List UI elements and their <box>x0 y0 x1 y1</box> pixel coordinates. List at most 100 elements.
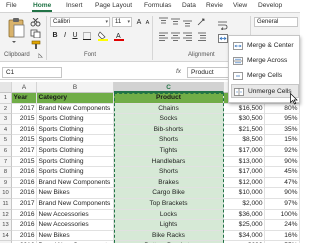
tab-insert[interactable]: Insert <box>66 2 83 9</box>
table-cell[interactable]: Bike Racks <box>114 230 224 242</box>
font-size-combo[interactable]: 11 ▾ <box>112 17 132 27</box>
table-header-cell[interactable]: Product <box>114 93 224 104</box>
row-header[interactable]: 14 <box>0 230 12 242</box>
borders-icon[interactable] <box>83 32 94 40</box>
fx-icon[interactable]: fx <box>176 68 181 75</box>
row-header[interactable]: 11 <box>0 199 12 210</box>
row-header[interactable]: 10 <box>0 188 12 199</box>
table-cell[interactable]: Socks <box>114 114 224 125</box>
table-cell[interactable]: 95% <box>265 114 300 125</box>
table-cell[interactable]: $25,000 <box>224 220 265 231</box>
table-cell[interactable]: Cargo Bike <box>114 188 224 199</box>
table-cell[interactable]: 2015 <box>12 135 37 146</box>
table-cell[interactable]: $8,500 <box>224 135 265 146</box>
table-cell[interactable]: $36,000 <box>224 209 265 221</box>
table-cell[interactable]: $10,000 <box>224 188 265 199</box>
table-cell[interactable]: 90% <box>265 156 300 168</box>
tab-page-layout[interactable]: Page Layout <box>95 2 132 9</box>
table-cell[interactable]: Brakes <box>114 177 224 189</box>
table-cell[interactable]: 2016 <box>12 220 37 231</box>
tab-developer[interactable]: Develop <box>258 2 282 9</box>
table-cell[interactable]: 2016 <box>12 177 37 189</box>
table-cell[interactable]: $30,500 <box>224 114 265 125</box>
fill-color-icon[interactable] <box>97 31 110 41</box>
table-header-cell[interactable]: Year <box>12 93 37 104</box>
row-header[interactable]: 4 <box>0 124 12 136</box>
column-header-b[interactable]: B <box>37 82 114 93</box>
table-cell[interactable]: 2016 <box>12 188 37 199</box>
table-cell[interactable]: 2016 <box>12 230 37 242</box>
table-cell[interactable]: New Bikes <box>37 230 114 242</box>
increase-font-icon[interactable]: A <box>135 18 143 27</box>
table-cell[interactable]: 2016 <box>12 124 37 136</box>
table-cell[interactable]: New Accessories <box>37 209 114 221</box>
table-cell[interactable]: New Bikes <box>37 188 114 199</box>
decrease-font-icon[interactable]: A <box>144 19 151 28</box>
italic-icon[interactable]: I <box>61 31 69 40</box>
column-header-c[interactable]: C <box>114 82 224 93</box>
table-cell[interactable]: 2015 <box>12 156 37 168</box>
table-cell[interactable]: Bib-shorts <box>114 124 224 136</box>
table-cell[interactable]: Shorts <box>114 167 224 178</box>
table-cell[interactable]: Chains <box>114 103 224 115</box>
row-header[interactable]: 9 <box>0 177 12 189</box>
table-cell[interactable]: 16% <box>265 230 300 242</box>
table-cell[interactable]: Shorts <box>114 135 224 146</box>
table-cell[interactable]: Brand New Components <box>37 103 114 115</box>
table-cell[interactable]: 2017 <box>12 199 37 210</box>
tab-view[interactable]: View <box>233 2 247 9</box>
table-cell[interactable]: $17,000 <box>224 167 265 178</box>
table-cell[interactable]: 35% <box>265 124 300 136</box>
table-cell[interactable]: Top Brackets <box>114 199 224 210</box>
bold-icon[interactable]: B <box>51 31 59 40</box>
copy-icon[interactable] <box>30 29 42 39</box>
table-cell[interactable]: 92% <box>265 146 300 157</box>
column-header-a[interactable]: A <box>12 82 37 93</box>
table-cell[interactable]: Sports Clothing <box>37 167 114 178</box>
menu-item-unmerge-cells[interactable]: Unmerge Cells <box>231 84 299 98</box>
cut-icon[interactable] <box>30 17 42 27</box>
table-header-cell[interactable]: Category <box>37 93 114 104</box>
table-cell[interactable]: Lights <box>114 220 224 231</box>
name-box[interactable]: C1 <box>2 67 62 78</box>
table-cell[interactable]: 2016 <box>12 167 37 178</box>
format-painter-icon[interactable] <box>30 40 42 49</box>
table-cell[interactable]: $21,500 <box>224 124 265 136</box>
row-header[interactable]: 2 <box>0 103 12 115</box>
table-cell[interactable]: 24% <box>265 220 300 231</box>
table-cell[interactable]: 2017 <box>12 103 37 115</box>
table-cell[interactable]: Sports Clothing <box>37 124 114 136</box>
table-cell[interactable]: $34,000 <box>224 230 265 242</box>
table-cell[interactable]: $17,000 <box>224 146 265 157</box>
table-cell[interactable]: 97% <box>265 199 300 210</box>
table-cell[interactable]: 2017 <box>12 146 37 157</box>
table-cell[interactable]: 80% <box>265 103 300 115</box>
table-cell[interactable]: $2,000 <box>224 199 265 210</box>
tab-review[interactable]: Revie <box>206 2 223 9</box>
underline-icon[interactable]: U <box>71 31 79 40</box>
table-cell[interactable]: Tights <box>114 146 224 157</box>
table-cell[interactable]: Sports Clothing <box>37 156 114 168</box>
table-cell[interactable]: Sports Clothing <box>37 146 114 157</box>
table-cell[interactable]: Sports Clothing <box>37 114 114 125</box>
tab-data[interactable]: Data <box>182 2 196 9</box>
table-cell[interactable]: Sports Clothing <box>37 135 114 146</box>
table-cell[interactable]: 100% <box>265 209 300 221</box>
font-name-combo[interactable]: Calibri ▾ <box>50 17 110 27</box>
font-color-icon[interactable]: A <box>114 31 126 41</box>
table-cell[interactable]: 45% <box>265 167 300 178</box>
row-header[interactable]: 6 <box>0 146 12 157</box>
wrap-text-icon[interactable] <box>218 21 228 31</box>
table-cell[interactable]: Brand New Components <box>37 177 114 189</box>
table-cell[interactable]: Locks <box>114 209 224 221</box>
menu-item-merge-cells[interactable]: Merge Cells <box>231 69 299 83</box>
table-cell[interactable]: New Accessories <box>37 220 114 231</box>
tab-formulas[interactable]: Formulas <box>144 2 171 9</box>
tab-file[interactable]: File <box>6 2 17 9</box>
table-cell[interactable]: 90% <box>265 188 300 199</box>
menu-item-merge-center[interactable]: Merge & Center <box>231 39 299 53</box>
dialog-launcher-icon[interactable] <box>37 53 43 59</box>
number-format-combo[interactable]: General <box>254 17 298 27</box>
select-all-corner[interactable] <box>0 82 12 93</box>
table-cell[interactable]: 2015 <box>12 114 37 125</box>
